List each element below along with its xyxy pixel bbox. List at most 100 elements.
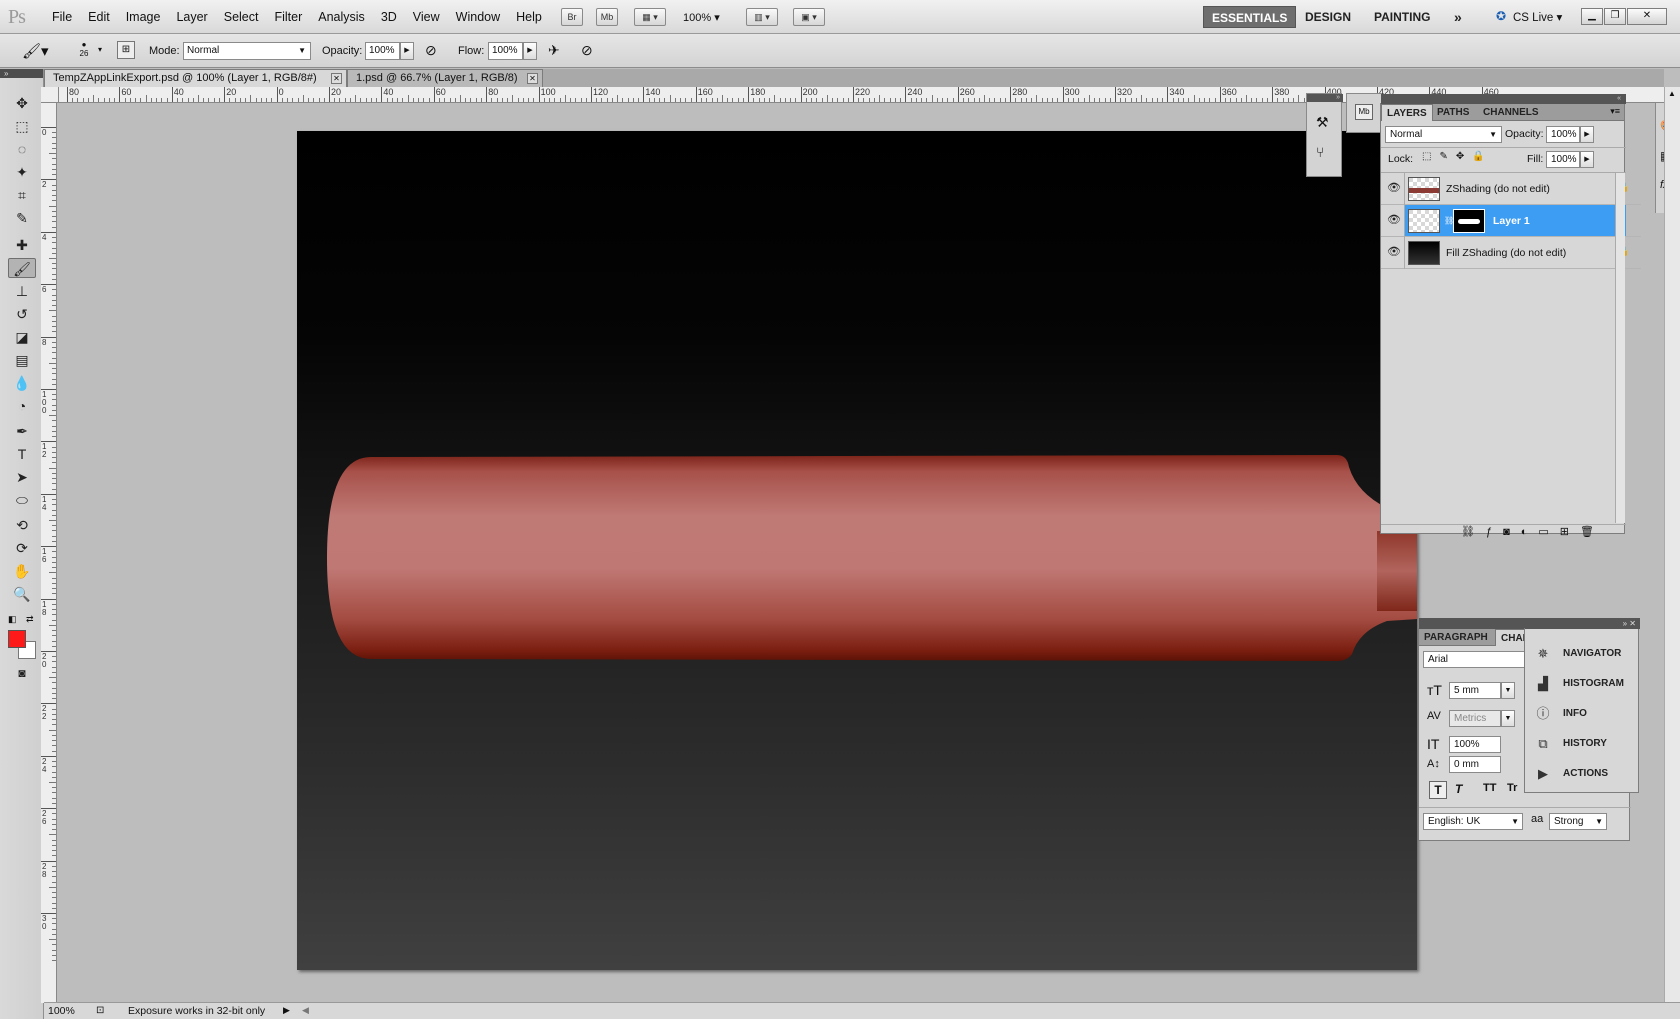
ruler-origin[interactable] — [41, 87, 59, 103]
menu-analysis[interactable]: Analysis — [310, 10, 373, 24]
layers-scrollbar[interactable] — [1615, 173, 1625, 523]
tab-channels[interactable]: CHANNELS — [1478, 104, 1544, 121]
lasso-tool-icon[interactable]: ◌ — [8, 139, 36, 159]
3d-orbit-tool-icon[interactable]: ⟳ — [8, 538, 36, 558]
status-menu-arrow-icon[interactable]: ▶ — [283, 1005, 290, 1016]
layer-row-zshading[interactable]: 👁 ZShading (do not edit) 🔒 — [1381, 173, 1641, 205]
dodge-tool-icon[interactable]: ◔ — [8, 396, 36, 416]
tools-panel-header[interactable]: » — [0, 69, 43, 78]
menu-window[interactable]: Window — [448, 10, 508, 24]
lock-options[interactable]: ⬚✎✥🔒 — [1422, 151, 1493, 162]
vertical-scrollbar[interactable]: ▲ — [1664, 87, 1680, 1003]
mode-select[interactable]: Normal ▼ — [183, 42, 311, 60]
close-tab-icon[interactable]: ✕ — [527, 73, 538, 84]
baseline-shift-input[interactable]: 0 mm — [1449, 756, 1501, 773]
zoom-tool-icon[interactable]: 🔍 — [8, 584, 36, 604]
tab-layers[interactable]: LAYERS — [1381, 104, 1433, 121]
tool-presets-icon[interactable]: ⚒ — [1316, 114, 1329, 131]
path-selection-tool-icon[interactable]: ➤ — [8, 467, 36, 487]
healing-brush-tool-icon[interactable]: ✚ — [8, 235, 36, 255]
vertical-ruler[interactable]: 0 2 4 6 8 1 0 0 1 2 1 4 1 6 1 8 2 0 2 2 2 4 2 6 2 8 3 0 — [41, 103, 57, 1003]
crop-tool-icon[interactable]: ⌗ — [8, 185, 36, 205]
opacity-slider-arrow[interactable]: ▶ — [400, 42, 414, 60]
3d-rotate-tool-icon[interactable]: ⟲ — [8, 515, 36, 535]
menu-layer[interactable]: Layer — [168, 10, 215, 24]
gradient-tool-icon[interactable]: ▤ — [8, 350, 36, 370]
workspace-painting[interactable]: PAINTING — [1366, 6, 1438, 28]
history-panel-button[interactable]: ⧉ HISTORY — [1525, 729, 1640, 759]
layer-opacity-arrow[interactable]: ▶ — [1580, 126, 1594, 143]
zoom-level-menu[interactable]: 100% ▾ — [683, 11, 720, 24]
usb-icon[interactable]: ⑂ — [1316, 144, 1324, 160]
scroll-up-arrow-icon[interactable]: ▲ — [1668, 89, 1676, 98]
visibility-eye-icon[interactable]: 👁 — [1386, 213, 1402, 226]
dock-header[interactable]: » — [1307, 94, 1343, 102]
cs-live-menu[interactable]: CS Live ▾ — [1513, 10, 1562, 24]
blur-tool-icon[interactable]: 💧 — [8, 373, 36, 393]
layers-footer-buttons[interactable]: ⛓ƒ◙◐▭⊞🗑 — [1461, 525, 1605, 538]
histogram-panel-button[interactable]: ▟ HISTOGRAM — [1525, 669, 1640, 699]
eraser-tool-icon[interactable]: ◪ — [8, 327, 36, 347]
visibility-eye-icon[interactable]: 👁 — [1386, 181, 1402, 194]
workspace-essentials[interactable]: ESSENTIALS — [1203, 6, 1297, 28]
minibridge-panel-icon[interactable]: Mb — [1355, 104, 1373, 120]
layers-panel-header[interactable]: « — [1381, 94, 1626, 104]
faux-italic-button[interactable]: T — [1455, 782, 1462, 796]
faux-bold-button[interactable]: T — [1429, 781, 1447, 799]
menu-help[interactable]: Help — [508, 10, 550, 24]
minibridge-button[interactable]: Mb — [596, 8, 618, 26]
airbrush-icon[interactable]: ✈ — [548, 42, 560, 59]
kerning-input[interactable]: Metrics — [1449, 710, 1501, 727]
actions-panel-button[interactable]: ▶ ACTIONS — [1525, 759, 1640, 789]
workspace-more-button[interactable]: » — [1446, 6, 1470, 28]
antialias-select[interactable]: Strong ▼ — [1549, 813, 1607, 830]
vertical-scale-input[interactable]: 100% — [1449, 736, 1501, 753]
hscroll-left-arrow-icon[interactable]: ◀ — [302, 1005, 309, 1016]
brush-panel-toggle-icon[interactable]: ⊞ — [117, 41, 135, 59]
kerning-dropdown[interactable]: ▼ — [1501, 710, 1515, 727]
fill-input[interactable]: 100% — [1546, 151, 1580, 168]
flow-input[interactable]: 100% — [488, 42, 523, 60]
font-size-dropdown[interactable]: ▼ — [1501, 682, 1515, 699]
menu-filter[interactable]: Filter — [266, 10, 310, 24]
doc-tab-active[interactable]: TempZAppLinkExport.psd @ 100% (Layer 1, … — [44, 69, 347, 87]
document-canvas[interactable] — [297, 131, 1417, 970]
arrange-documents-button[interactable]: ▥ ▾ — [746, 8, 778, 26]
blend-mode-select[interactable]: Normal ▼ — [1385, 126, 1502, 143]
tablet-size-icon[interactable]: ⊘ — [581, 42, 593, 59]
small-caps-button[interactable]: Tr — [1507, 782, 1517, 794]
minimize-button[interactable]: ▁ — [1581, 8, 1603, 25]
quick-mask-icon[interactable]: ◙ — [8, 663, 36, 683]
tablet-opacity-icon[interactable]: ⊘ — [425, 42, 437, 59]
quick-select-tool-icon[interactable]: ✦ — [8, 162, 36, 182]
fill-arrow[interactable]: ▶ — [1580, 151, 1594, 168]
layer-mask-thumbnail[interactable] — [1453, 209, 1485, 233]
photoshop-logo[interactable]: Ps — [8, 6, 26, 29]
workspace-design[interactable]: DESIGN — [1297, 6, 1359, 28]
close-tab-icon[interactable]: ✕ — [331, 73, 342, 84]
move-tool-icon[interactable]: ✥ — [8, 93, 36, 113]
eyedropper-tool-icon[interactable]: ✎ — [8, 208, 36, 228]
pen-tool-icon[interactable]: ✒ — [8, 421, 36, 441]
menu-edit[interactable]: Edit — [80, 10, 118, 24]
foreground-color-swatch[interactable] — [8, 630, 26, 648]
language-select[interactable]: English: UK ▼ — [1423, 813, 1523, 830]
default-colors-icon[interactable]: ◧ — [8, 614, 17, 625]
brush-tool-icon[interactable]: 🖌 — [8, 258, 36, 278]
history-brush-tool-icon[interactable]: ↺ — [8, 304, 36, 324]
menu-file[interactable]: File — [44, 10, 80, 24]
panel-menu-icon[interactable]: ▾≡ — [1610, 106, 1620, 117]
font-size-input[interactable]: 5 mm — [1449, 682, 1501, 699]
brush-picker-arrow-icon[interactable]: ▾ — [98, 45, 102, 54]
clone-stamp-tool-icon[interactable]: ⊥ — [8, 281, 36, 301]
doc-tab-inactive[interactable]: 1.psd @ 66.7% (Layer 1, RGB/8) ✕ — [347, 69, 543, 87]
info-panel-button[interactable]: ⓘ INFO — [1525, 699, 1640, 729]
view-extras-button[interactable]: ▦ ▾ — [634, 8, 666, 26]
marquee-tool-icon[interactable]: ⬚ — [8, 116, 36, 136]
screen-mode-button[interactable]: ▣ ▾ — [793, 8, 825, 26]
menu-3d[interactable]: 3D — [373, 10, 405, 24]
all-caps-button[interactable]: TT — [1483, 782, 1496, 794]
restore-button[interactable]: ❐ — [1604, 8, 1626, 25]
layer-row-fill-zshading[interactable]: 👁 Fill ZShading (do not edit) 🔒 — [1381, 237, 1641, 269]
flow-slider-arrow[interactable]: ▶ — [523, 42, 537, 60]
